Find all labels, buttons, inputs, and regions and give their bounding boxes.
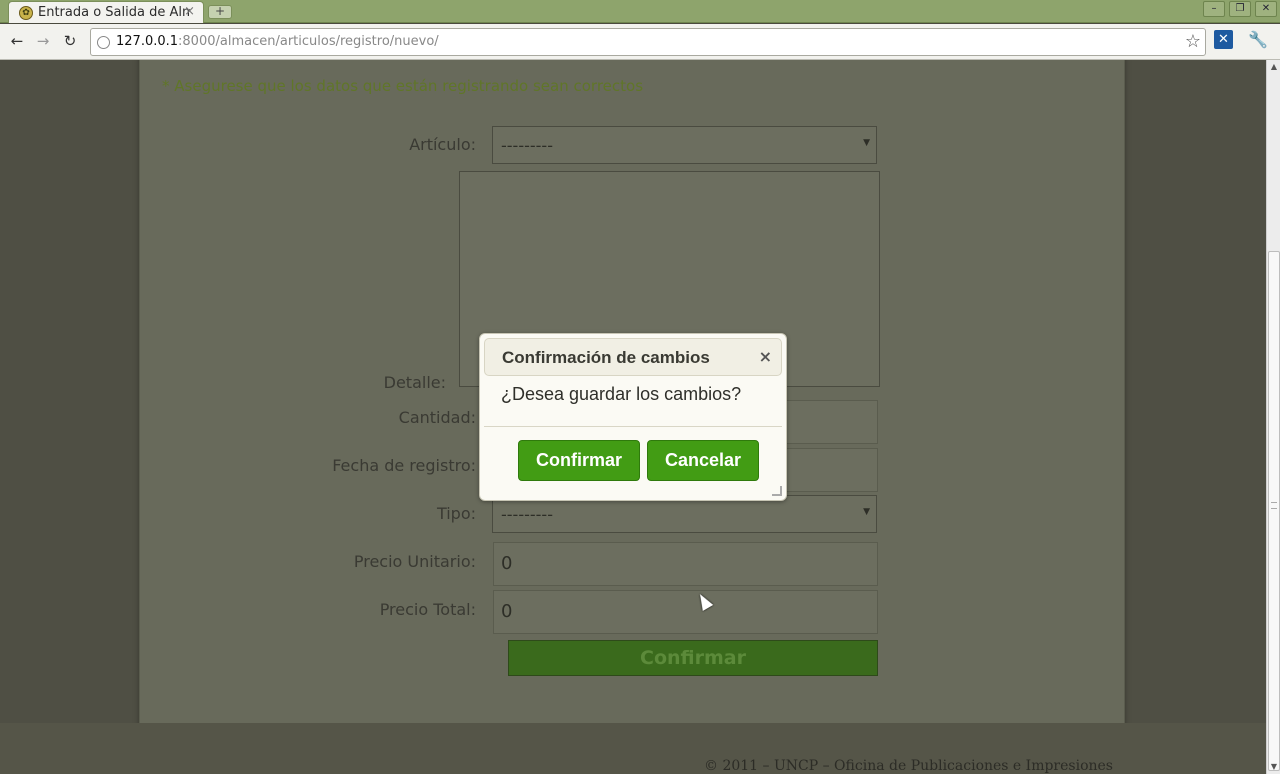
browser-toolbar: ← → ↻ 127.0.0.1:8000/almacen/articulos/r… [0,24,1280,60]
reload-icon[interactable]: ↻ [59,30,81,52]
minimize-window-button[interactable]: – [1203,1,1225,17]
precio-unitario-label: Precio Unitario: [353,552,476,571]
page-scrollbar[interactable]: ▲ ▼ [1266,60,1280,774]
bookmark-star-icon[interactable]: ☆ [1185,31,1201,52]
confirm-dialog: Confirmación de cambios × ¿Desea guardar… [479,333,787,501]
chevron-down-icon: ▼ [863,138,870,148]
detalle-label: Detalle: [383,373,446,392]
cantidad-input[interactable] [786,400,878,444]
browser-titlebar: ✿ Entrada o Salida de Alm × + – ❐ ✕ [0,0,1280,23]
precio-total-label: Precio Total: [379,600,476,619]
close-icon[interactable]: × [759,347,772,366]
articulo-label: Artículo: [409,135,476,154]
cantidad-label: Cantidad: [398,408,476,427]
globe-icon [97,36,110,49]
tipo-label: Tipo: [436,504,476,523]
tab-title: Entrada o Salida de Alm [38,5,190,20]
browser-tab[interactable]: ✿ Entrada o Salida de Alm × [8,1,204,23]
precio-unitario-input[interactable]: 0 [493,542,878,586]
chevron-down-icon: ▼ [863,507,870,517]
scroll-down-icon[interactable]: ▼ [1268,761,1280,773]
resize-handle-icon[interactable] [772,486,782,496]
confirm-button[interactable]: Confirmar [518,440,640,481]
url-path: :8000/almacen/articulos/registro/nuevo/ [178,34,439,49]
scroll-thumb[interactable] [1268,251,1280,771]
tab-close-icon[interactable]: × [184,4,195,19]
scroll-grip [1271,502,1277,509]
dialog-divider [484,426,782,427]
site-favicon-icon: ✿ [19,6,33,20]
address-bar[interactable]: 127.0.0.1:8000/almacen/articulos/registr… [90,28,1206,56]
back-icon[interactable]: ← [6,30,28,52]
dialog-header[interactable]: Confirmación de cambios × [484,338,782,376]
fecha-label: Fecha de registro: [332,456,476,475]
scroll-up-icon[interactable]: ▲ [1268,61,1280,73]
url-host: 127.0.0.1 [116,34,179,49]
url-text: 127.0.0.1:8000/almacen/articulos/registr… [116,34,439,49]
dialog-title: Confirmación de cambios [502,348,710,367]
form-submit-button[interactable]: Confirmar [508,640,878,676]
forward-icon[interactable]: → [32,30,54,52]
close-window-button[interactable]: ✕ [1255,1,1277,17]
dialog-message: ¿Desea guardar los cambios? [501,384,742,404]
form-warning: * Asegurese que los datos que están regi… [162,77,644,95]
tipo-select-value: --------- [501,505,553,524]
maximize-window-button[interactable]: ❐ [1229,1,1251,17]
wrench-menu-icon[interactable]: 🔧 [1248,30,1268,49]
precio-total-input[interactable]: 0 [493,590,878,634]
articulo-select-value: --------- [501,136,553,155]
fecha-input[interactable] [786,448,878,492]
footer-copyright: © 2011 – UNCP – Oficina de Publicaciones… [704,758,1113,774]
extension-icon[interactable]: ✕ [1214,30,1233,49]
new-tab-button[interactable]: + [208,5,232,19]
articulo-select[interactable]: --------- ▼ [492,126,877,164]
cancel-button[interactable]: Cancelar [647,440,759,481]
